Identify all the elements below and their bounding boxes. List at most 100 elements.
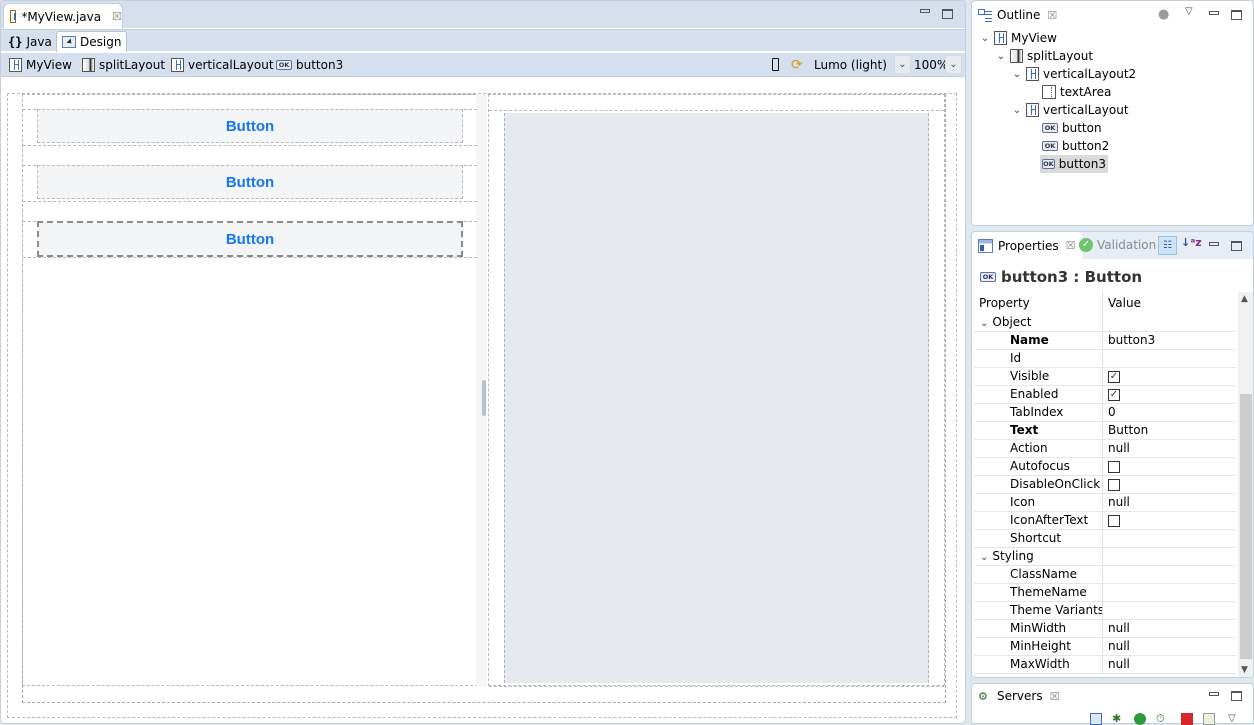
breadcrumb-splitlayout[interactable]: splitLayout [82,56,165,74]
property-value[interactable] [1103,548,1236,565]
tab-java[interactable]: {} Java [3,31,57,52]
property-row[interactable]: Action null [974,440,1236,458]
column-header-property[interactable]: Property [974,292,1103,314]
maximize-icon[interactable] [942,9,953,19]
scroll-up-icon[interactable]: ▲ [1241,294,1248,304]
breadcrumb-verticallayout[interactable]: verticalLayout [171,56,274,74]
start-icon[interactable] [1134,713,1146,725]
chevron-down-icon[interactable]: ⌄ [980,33,990,44]
maximize-icon[interactable] [1231,691,1242,701]
tab-properties[interactable]: Properties ☒ [972,232,1082,259]
property-row[interactable]: ClassName [974,566,1236,584]
categorize-icon[interactable]: ☷ [1158,236,1177,255]
theme-switch-icon[interactable]: ⟳ [791,57,803,73]
filter-icon[interactable]: ● [1158,7,1169,22]
property-row[interactable]: DisableOnClick [974,476,1236,494]
chevron-down-icon[interactable]: ⌄ [996,51,1006,62]
property-category[interactable]: ⌄ Object [974,314,1236,332]
checkbox-unchecked[interactable] [1108,460,1120,473]
maximize-icon[interactable] [1231,241,1242,251]
property-value[interactable] [1103,314,1236,331]
property-row[interactable]: IconAfterText [974,512,1236,530]
property-row[interactable]: ThemeName [974,584,1236,602]
chevron-down-icon[interactable]: ⌄ [980,318,988,329]
chevron-down-icon[interactable]: ⌄ [1012,69,1022,80]
editor-tab-myview[interactable]: *MyView.java ☒ [3,3,123,29]
collapse-icon[interactable] [1090,713,1102,725]
close-icon[interactable]: ☒ [1047,9,1057,22]
chevron-down-icon[interactable]: ⌄ [980,552,988,563]
property-value[interactable] [1103,350,1236,367]
breadcrumb-button3[interactable]: OK button3 [276,56,343,74]
view-menu-icon[interactable]: ▽ [1185,6,1193,17]
property-value[interactable]: null [1103,656,1236,673]
outline-item-textarea[interactable]: textArea [1042,83,1111,101]
property-row[interactable]: MinWidth null [974,620,1236,638]
property-value[interactable] [1103,530,1236,547]
tab-design[interactable]: Design [56,31,128,52]
property-value[interactable] [1103,512,1236,529]
zoom-dropdown-button[interactable]: ⌄ [945,55,962,74]
breadcrumb-myview[interactable]: MyView [9,56,72,74]
property-row[interactable]: Id [974,350,1236,368]
checkbox-checked[interactable]: ✓ [1108,388,1120,401]
property-row[interactable]: Name button3 [974,332,1236,350]
checkbox-unchecked[interactable] [1108,478,1120,491]
minimize-icon[interactable] [1209,242,1219,246]
publish-icon[interactable] [1203,713,1215,725]
canvas-button-2[interactable]: Button [37,165,463,199]
property-row[interactable]: Shortcut [974,530,1236,548]
split-drag-handle[interactable] [482,380,486,416]
canvas-button-1[interactable]: Button [37,109,463,143]
device-phone-icon[interactable] [772,58,779,71]
property-value[interactable] [1103,602,1236,619]
property-value[interactable]: null [1103,440,1236,457]
property-row[interactable]: Autofocus [974,458,1236,476]
close-icon[interactable]: ☒ [1050,690,1060,703]
property-category[interactable]: ⌄ Styling [974,548,1236,566]
property-value[interactable] [1103,566,1236,583]
outline-item-button[interactable]: OK button [1042,119,1102,137]
scrollbar-thumb[interactable] [1240,394,1252,659]
profile-icon[interactable]: ⏱ [1156,713,1168,725]
checkbox-checked[interactable]: ✓ [1108,370,1120,383]
property-value[interactable]: ✓ [1103,386,1236,403]
canvas-textarea[interactable] [504,113,929,683]
sort-alpha-icon[interactable]: ↓ᵃz [1181,236,1202,249]
scroll-down-icon[interactable]: ▼ [1241,665,1248,675]
maximize-icon[interactable] [1231,10,1242,20]
outline-item-button3-selected[interactable]: OK button3 [1040,155,1108,173]
property-row[interactable]: Text Button [974,422,1236,440]
property-value[interactable]: ✓ [1103,368,1236,385]
outline-item-button2[interactable]: OK button2 [1042,137,1109,155]
property-row[interactable]: TabIndex 0 [974,404,1236,422]
property-row[interactable]: MinHeight null [974,638,1236,656]
column-header-value[interactable]: Value [1103,292,1236,314]
outline-item-splitlayout[interactable]: ⌄ splitLayout [996,47,1093,65]
property-value[interactable] [1103,476,1236,493]
debug-icon[interactable]: ✱ [1112,713,1124,725]
property-value[interactable] [1103,458,1236,475]
theme-dropdown-button[interactable]: ⌄ [894,55,911,74]
tab-validation[interactable]: ✓ Validation [1079,238,1156,252]
outline-item-verticallayout2[interactable]: ⌄ verticalLayout2 [1012,65,1136,83]
property-value[interactable]: Button [1103,422,1236,439]
outline-item-myview[interactable]: ⌄ MyView [980,29,1057,47]
minimize-icon[interactable] [1209,11,1219,15]
property-value[interactable]: null [1103,620,1236,637]
close-icon[interactable]: ☒ [1066,239,1076,252]
minimize-icon[interactable] [1209,692,1219,696]
tab-servers[interactable]: ⚙ Servers ☒ [972,684,1059,708]
property-row[interactable]: Enabled ✓ [974,386,1236,404]
property-value[interactable]: button3 [1103,332,1236,349]
canvas-button-3-selected[interactable]: Button [37,221,463,257]
property-value[interactable]: null [1103,494,1236,511]
checkbox-unchecked[interactable] [1108,514,1120,527]
property-row[interactable]: Theme Variants [974,602,1236,620]
minimize-icon[interactable] [920,9,930,13]
outline-tab[interactable]: Outline ☒ [972,1,1058,29]
stop-icon[interactable] [1181,713,1193,725]
outline-item-verticallayout[interactable]: ⌄ verticalLayout [1012,101,1129,119]
close-icon[interactable]: ☒ [112,10,122,23]
property-row[interactable]: Visible ✓ [974,368,1236,386]
